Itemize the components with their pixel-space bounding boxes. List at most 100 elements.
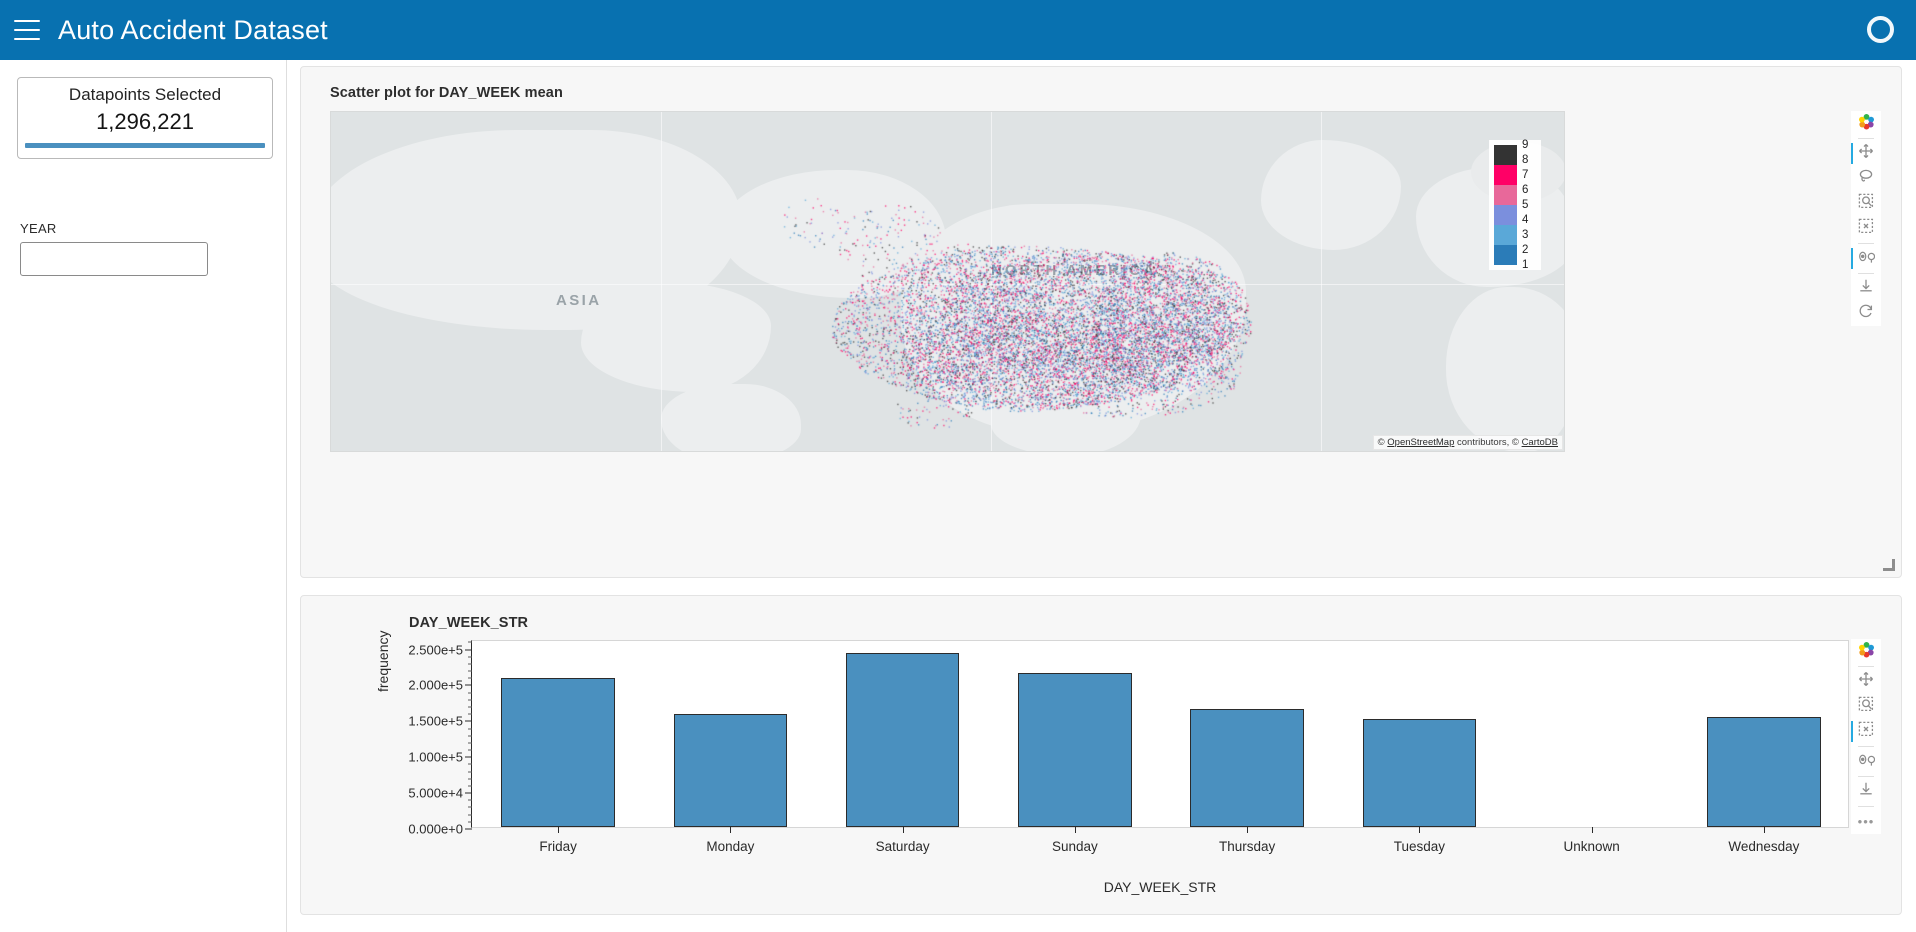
hover-tool-button[interactable] [1851, 246, 1881, 271]
save-tool-button[interactable] [1851, 276, 1881, 301]
save-tool-icon [1858, 278, 1874, 299]
toolbar-separator [1858, 666, 1874, 667]
colorbar-swatch [1494, 145, 1517, 165]
page-title: Auto Accident Dataset [58, 14, 328, 45]
stat-card-value: 1,296,221 [96, 109, 194, 135]
y-axis-minor-tick [468, 656, 472, 658]
pan-tool-button[interactable] [1851, 669, 1881, 694]
cartodb-link[interactable]: CartoDB [1522, 437, 1558, 448]
y-axis-minor-tick [468, 799, 472, 801]
scatter-map[interactable]: ASIA NORTH AMERICA 987654321 © OpenStree… [330, 111, 1565, 452]
reset-tool-icon [1858, 303, 1874, 324]
y-axis-minor-tick [468, 749, 472, 751]
map-bokeh-toolbar[interactable] [1851, 111, 1881, 326]
scatter-points-layer [331, 112, 1564, 451]
save-tool-button[interactable] [1851, 779, 1881, 804]
bokeh-logo-button[interactable] [1851, 111, 1881, 136]
bar[interactable] [673, 714, 788, 827]
bar[interactable] [1190, 709, 1304, 827]
bokeh-logo-button[interactable] [1851, 639, 1881, 664]
year-filter-input[interactable] [20, 242, 208, 276]
y-axis-tick-mark [465, 828, 472, 830]
bar[interactable] [501, 677, 615, 827]
bokeh-logo-icon [1858, 113, 1875, 135]
box-select-tool-button[interactable] [1851, 719, 1881, 744]
hover-tool-icon [1858, 249, 1875, 269]
pan-tool-button[interactable] [1851, 141, 1881, 166]
bar-chart-bokeh-toolbar[interactable]: ••• [1851, 639, 1881, 834]
y-axis-tick-label: 0.000e+0 [408, 821, 463, 837]
y-axis-minor-tick [468, 806, 472, 808]
y-axis-tick-label: 1.000e+5 [408, 749, 463, 765]
year-filter: YEAR [20, 221, 270, 276]
y-axis-tick-label: 1.500e+5 [408, 713, 463, 729]
x-axis-tick-label: Monday [706, 839, 755, 854]
reset-tool-button[interactable] [1851, 301, 1881, 326]
colorbar-swatch [1494, 185, 1517, 205]
openstreetmap-link[interactable]: OpenStreetMap [1387, 437, 1454, 448]
box-zoom-tool-button[interactable] [1851, 191, 1881, 216]
y-axis-minor-tick [468, 778, 472, 780]
y-axis-tick-mark [465, 720, 472, 722]
lasso-select-tool-icon [1858, 168, 1874, 189]
y-axis-tick-label: 2.500e+5 [408, 642, 463, 658]
x-axis-tick-label: Tuesday [1393, 839, 1446, 854]
save-tool-icon [1858, 781, 1874, 802]
box-zoom-tool-button[interactable] [1851, 694, 1881, 719]
box-select-tool-icon [1858, 721, 1874, 742]
y-axis-minor-tick [468, 742, 472, 744]
x-axis-tick-label: Unknown [1563, 839, 1620, 854]
y-axis-tick-mark [465, 649, 472, 651]
colorbar-tick: 9 [1522, 139, 1529, 151]
y-axis-minor-tick [468, 814, 472, 816]
bar[interactable] [1018, 673, 1132, 827]
y-axis-minor-tick [468, 735, 472, 737]
hover-tool-button[interactable] [1851, 749, 1881, 774]
lasso-select-tool-button[interactable] [1851, 166, 1881, 191]
colorbar-swatch [1494, 245, 1517, 265]
map-attribution: © OpenStreetMap contributors, © CartoDB [1372, 435, 1563, 450]
y-axis-minor-tick [468, 692, 472, 694]
toolbar-separator [1858, 138, 1874, 139]
x-axis-tick-mark [1591, 827, 1593, 833]
x-axis-tick-label: Saturday [875, 839, 930, 854]
x-axis-tick-mark [730, 827, 732, 833]
hamburger-menu-icon[interactable] [14, 20, 40, 40]
y-axis-minor-tick [468, 728, 472, 730]
bar-chart-plot-area[interactable]: 0.000e+0 5.000e+4 1.000e+5 1.500e+5 2.000e+5… [408, 640, 1849, 854]
colorbar-tick-labels: 9 8 7 6 5 4 3 2 1 [1517, 139, 1535, 270]
x-axis-tick-label: Wednesday [1728, 839, 1800, 854]
colorbar-tick: 2 [1522, 244, 1529, 256]
y-axis-minor-tick [468, 821, 472, 823]
y-axis-tick-mark [465, 792, 472, 794]
x-axis-title: DAY_WEEK_STR [1103, 879, 1217, 895]
datapoints-selected-card: Datapoints Selected 1,296,221 [17, 77, 273, 159]
pan-tool-icon [1858, 671, 1874, 692]
colorbar-legend: 9 8 7 6 5 4 3 2 1 [1489, 139, 1541, 271]
bokeh-logo-icon [1858, 641, 1875, 663]
x-axis-tick-label: Sunday [1051, 839, 1098, 854]
bar[interactable] [1707, 717, 1821, 827]
box-zoom-tool-icon [1858, 696, 1874, 717]
bar[interactable] [845, 652, 960, 827]
attribution-middle-text: contributors, © [1454, 437, 1522, 448]
colorbar-swatch [1494, 165, 1517, 185]
toolbar-separator [1858, 243, 1874, 244]
colorbar-tick: 6 [1522, 184, 1529, 196]
main-content: Scatter plot for DAY_WEEK mean ASIA [287, 60, 1916, 932]
y-axis-tick-label: 5.000e+4 [408, 785, 463, 801]
bar-chart: frequency 0.000e+0 5.000e+4 1.000e+5 1.500e… [375, 631, 1849, 895]
more-tools-button[interactable]: ••• [1851, 809, 1881, 834]
box-select-tool-button[interactable] [1851, 216, 1881, 241]
bar[interactable] [1362, 719, 1477, 827]
x-axis-tick-mark [1419, 827, 1421, 833]
y-axis-minor-tick [468, 785, 472, 787]
colorbar-tick: 5 [1522, 199, 1529, 211]
map-card-resize-handle[interactable] [1883, 559, 1895, 571]
y-axis-minor-tick [468, 706, 472, 708]
x-axis-tick-label: Friday [539, 839, 577, 854]
y-axis-minor-tick [468, 670, 472, 672]
x-axis-tick-mark [1247, 827, 1249, 833]
stat-card-progress-bar [25, 143, 265, 148]
y-axis-minor-tick [468, 763, 472, 765]
